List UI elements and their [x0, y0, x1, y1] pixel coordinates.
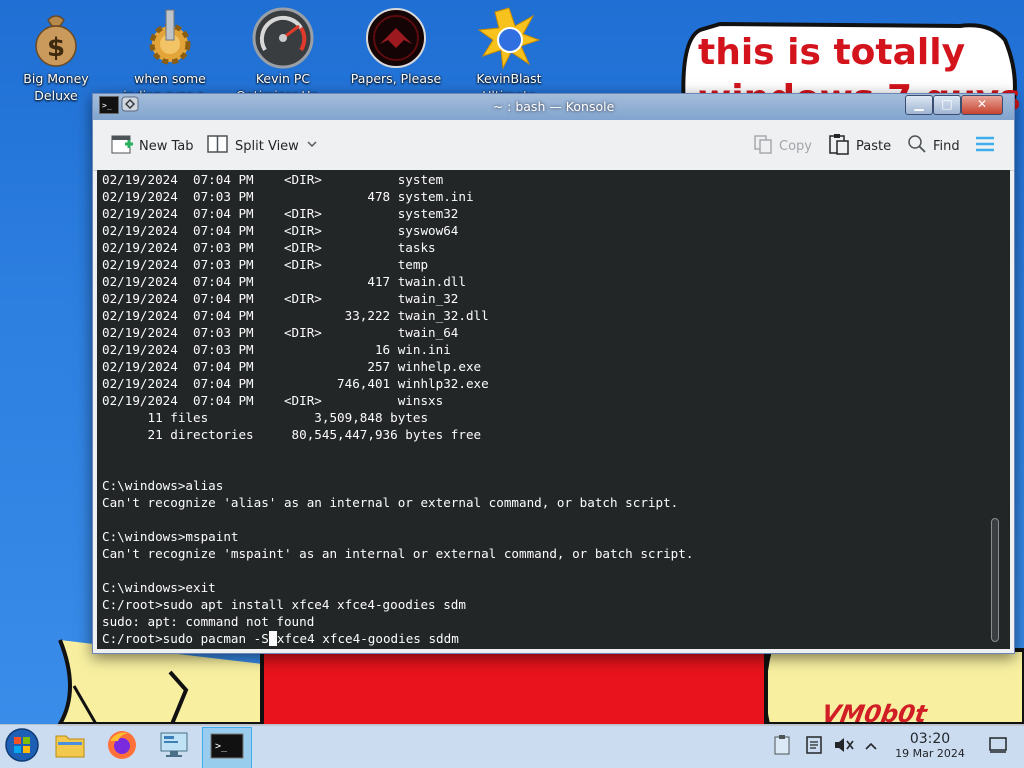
text-cursor	[268, 631, 277, 646]
terminal-output[interactable]: 02/19/2024 07:04 PM <DIR> system 02/19/20…	[97, 170, 1010, 649]
terminal-line: 02/19/2024 07:04 PM <DIR> system32	[102, 206, 459, 221]
burst-icon	[477, 6, 541, 70]
terminal-line: 02/19/2024 07:04 PM 257 winhelp.exe	[102, 359, 482, 374]
terminal-line: 21 directories 80,545,447,936 bytes free	[102, 427, 482, 442]
desktop-icon-papers-please[interactable]: Papers, Please	[348, 6, 444, 87]
konsole-toolbar: New Tab Split View Copy Paste Find	[93, 120, 1014, 171]
svg-text:$: $	[47, 33, 65, 63]
terminal-line: C:/root>sudo apt install xfce4 xfce4-goo…	[102, 597, 466, 612]
find-button[interactable]: Find	[907, 134, 960, 158]
split-view-button[interactable]: Split View	[207, 134, 319, 158]
terminal-line: 02/19/2024 07:03 PM <DIR> twain_64	[102, 325, 459, 340]
copy-button[interactable]: Copy	[753, 134, 812, 158]
hamburger-menu-button[interactable]	[975, 134, 995, 158]
show-desktop-button[interactable]	[976, 727, 1020, 767]
hamburger-menu-icon	[975, 134, 995, 158]
terminal-line: 02/19/2024 07:04 PM <DIR> syswow64	[102, 223, 459, 238]
paste-button[interactable]: Paste	[828, 134, 891, 158]
show-desktop-icon	[988, 736, 1008, 758]
paste-label: Paste	[856, 138, 892, 154]
window-titlebar[interactable]: >_ ~ : bash — Konsole ▁ □ ✕	[93, 94, 1014, 120]
find-label: Find	[933, 138, 960, 154]
terminal-line: 11 files 3,509,848 bytes	[102, 410, 429, 425]
clock-date: 19 Mar 2024	[895, 747, 965, 760]
clipboard-icon	[772, 734, 792, 760]
paste-icon	[828, 133, 850, 159]
chevron-down-icon[interactable]	[305, 137, 319, 155]
speedometer-icon	[251, 6, 315, 70]
tray-expand[interactable]	[854, 727, 888, 767]
terminal-line: 02/19/2024 07:03 PM 16 win.ini	[102, 342, 451, 357]
copy-icon	[753, 134, 773, 158]
terminal-line: 02/19/2024 07:03 PM <DIR> temp	[102, 257, 429, 272]
svg-text:>_: >_	[215, 741, 228, 752]
terminal-prompt-line[interactable]: C:/root>sudo pacman -S xfce4 xfce4-goodie…	[102, 630, 982, 647]
desktop-icon-kevinblast[interactable]: KevinBlast Ultimate	[461, 6, 557, 104]
terminal-lines: 02/19/2024 07:04 PM <DIR> system 02/19/20…	[102, 171, 982, 647]
terminal-icon: >_	[210, 733, 244, 763]
gear-icon	[138, 6, 202, 70]
taskbar-firefox[interactable]	[100, 727, 144, 767]
prompt-text-after-cursor: xfce4 xfce4-goodies sddm	[276, 631, 459, 646]
terminal-line: 02/19/2024 07:04 PM 33,222 twain_32.dll	[102, 308, 489, 323]
copy-label: Copy	[779, 138, 812, 154]
volume-muted-icon	[833, 735, 855, 759]
desktop-icon-kevin-pc-optimizer[interactable]: Kevin PC Optimizer Ho...	[235, 6, 331, 104]
window-title: ~ : bash — Konsole	[492, 99, 615, 114]
terminal-line: C:\windows>mspaint	[102, 529, 239, 544]
terminal-line: sudo: apt: command not found	[102, 614, 315, 629]
terminal-line: 02/19/2024 07:04 PM 746,401 winhlp32.exe	[102, 376, 489, 391]
notes-icon	[804, 734, 824, 760]
split-view-label: Split View	[235, 138, 299, 154]
taskbar-konsole[interactable]: >_	[202, 727, 252, 768]
konsole-window: >_ ~ : bash — Konsole ▁ □ ✕ New Tab Spli…	[92, 93, 1015, 654]
terminal-line: 02/19/2024 07:03 PM 478 system.ini	[102, 189, 474, 204]
desktop-icon-big-money-deluxe[interactable]: $ Big Money Deluxe	[8, 6, 104, 104]
desktop-icon-label: Papers, Please	[350, 71, 442, 86]
chevron-up-icon	[863, 738, 879, 757]
scrollbar-thumb[interactable]	[991, 518, 999, 642]
desktop: this is totally windows 7 guys VM0b0t $ …	[0, 0, 1024, 768]
taskbar: >_ 03:20 19 Mar 2024	[0, 724, 1024, 768]
terminal-line: Can't recognize 'mspaint' as an internal…	[102, 546, 694, 561]
new-tab-label: New Tab	[139, 138, 194, 154]
terminal-line: 02/19/2024 07:04 PM <DIR> twain_32	[102, 291, 459, 306]
new-tab-icon	[111, 133, 133, 159]
maximize-button[interactable]: □	[933, 95, 961, 115]
search-icon	[907, 134, 927, 158]
computer-settings-icon	[158, 729, 190, 765]
money-bag-icon: $	[24, 6, 88, 70]
terminal-line: 02/19/2024 07:03 PM <DIR> tasks	[102, 240, 436, 255]
firefox-icon	[106, 729, 138, 765]
new-tab-button[interactable]: New Tab	[111, 134, 194, 158]
terminal-line: C:\windows>exit	[102, 580, 216, 595]
terminal-line: 02/19/2024 07:04 PM <DIR> winsxs	[102, 393, 444, 408]
terminal-line: 02/19/2024 07:04 PM <DIR> system	[102, 172, 444, 187]
desktop-icon-gear-app[interactable]: when some indian runs a...	[122, 6, 218, 104]
clock-time: 03:20	[909, 731, 951, 747]
folder-icon	[54, 730, 86, 764]
desktop-icon-label: Big Money Deluxe	[23, 71, 89, 103]
wallpaper-text-line-1: this is totally	[698, 32, 966, 73]
minimize-button[interactable]: ▁	[905, 95, 933, 115]
taskbar-file-manager[interactable]	[48, 727, 92, 767]
papers-please-icon	[364, 6, 428, 70]
terminal-line: Can't recognize 'alias' as an internal o…	[102, 495, 679, 510]
close-button[interactable]: ✕	[961, 95, 1003, 115]
terminal-scrollbar[interactable]	[991, 178, 999, 644]
windows-orb-icon	[4, 727, 40, 767]
clock[interactable]: 03:20 19 Mar 2024	[888, 731, 972, 761]
terminal-line: C:\windows>alias	[102, 478, 224, 493]
terminal-line: 02/19/2024 07:04 PM 417 twain.dll	[102, 274, 466, 289]
split-view-icon	[207, 133, 229, 159]
start-button[interactable]	[0, 727, 44, 767]
taskbar-system-settings[interactable]	[152, 727, 196, 767]
prompt-text-before-cursor: C:/root>sudo pacman -S	[102, 631, 269, 646]
